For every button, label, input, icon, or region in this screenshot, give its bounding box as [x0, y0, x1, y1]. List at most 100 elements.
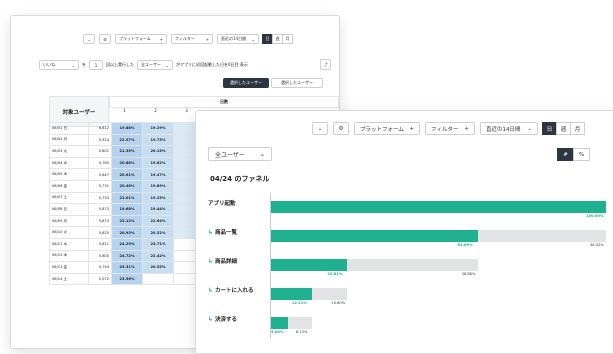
row-count: 5,647 [88, 168, 112, 181]
row-count: 5,600 [88, 249, 112, 263]
segment-select[interactable]: 全ユーザー ⌄ [137, 60, 173, 70]
funnel-dropoff-rate: 38.32% [590, 243, 604, 247]
filter-button[interactable]: フィルター + [425, 122, 475, 135]
settings-button[interactable]: ⚙ [333, 122, 349, 135]
selection-buttons: 選択したユーザー 選択したユーザー [223, 78, 323, 88]
table-row[interactable]: 06/08 日 5,873 19.68% 19.44% [49, 203, 205, 216]
table-row[interactable]: 06/10 火 5,625 20.93% 20.32% [49, 226, 205, 239]
platform-button[interactable]: プラットフォーム + [115, 34, 167, 44]
share-button[interactable]: ⤴ [320, 59, 331, 70]
table-row[interactable]: 06/07 土 5,733 21.01% 19.25% [49, 191, 205, 205]
platform-label: プラットフォーム [119, 36, 151, 41]
funnel-window: ⌄ ⚙ プラットフォーム + フィルター + 直近の14日間 ⌄ 日 週 月 全ユーザ… [195, 110, 613, 354]
filter-label: フィルター [431, 126, 459, 133]
row-day1: 20.88% [111, 156, 143, 170]
count-label: 1 [94, 62, 98, 68]
table-row[interactable]: 06/02 月 5,924 22.97% 19.75% [49, 133, 205, 147]
funnel-conversion-rate: 61.69% [457, 243, 473, 247]
back-toolbar: ⌄ ⚙ プラットフォーム + フィルター + 直近の14日間 ⌄ 日 週 月 [83, 34, 293, 44]
period-toggle: 日 週 月 [262, 34, 293, 44]
plus-icon: + [409, 125, 414, 132]
funnel-bar[interactable] [271, 288, 312, 300]
row-date: 06/06 金 [49, 179, 89, 193]
table-row[interactable]: 06/05 木 5,647 20.61% 19.47% [49, 168, 205, 181]
row-day2: 19.62% [142, 156, 174, 170]
plus-icon: + [159, 36, 163, 42]
period-day[interactable]: 日 [542, 122, 557, 135]
funnel-conversion-rate: 22.81% [327, 272, 343, 276]
funnel-conversion-rate: 100.00% [586, 214, 604, 218]
row-day1: 23.56% [111, 272, 143, 286]
dropdown-button[interactable]: ⌄ [83, 34, 95, 44]
row-date: 06/08 日 [49, 203, 89, 216]
funnel-step-text: 決済する [215, 317, 238, 323]
row-day1: 22.97% [111, 133, 143, 147]
table-row[interactable]: 06/13 金 5,794 25.31% 20.55% [49, 261, 205, 274]
table-row[interactable]: 06/01 日 6,812 19.88% 19.29% [49, 122, 205, 135]
funnel-bar[interactable] [271, 230, 478, 242]
row-count: 5,731 [88, 179, 112, 193]
table-row[interactable]: 06/06 金 5,731 20.46% 19.89% [49, 179, 205, 193]
row-count: 5,733 [88, 191, 112, 205]
segment-select[interactable]: 全ユーザー ⌄ [208, 147, 272, 161]
table-row[interactable]: 06/04 水 5,765 20.88% 19.62% [49, 156, 205, 170]
row-day2: 20.15% [142, 145, 174, 158]
row-date: 06/01 日 [49, 122, 89, 135]
row-date: 06/02 月 [49, 133, 89, 147]
row-count: 5,072 [88, 272, 112, 286]
funnel-bar[interactable] [271, 317, 289, 329]
range-label: 直近の14日間 [221, 36, 247, 41]
day-columns: 1 2 3 [109, 108, 202, 113]
row-day2: 19.75% [142, 133, 174, 147]
toggle-count[interactable]: # [557, 148, 574, 161]
flow-arrow-icon: ↳ [208, 315, 214, 323]
row-day2: 23.71% [142, 237, 174, 251]
funnel-dropoff-rate: 38.88% [461, 272, 476, 276]
platform-button[interactable]: プラットフォーム + [354, 122, 420, 135]
table-row[interactable]: 06/11 水 5,611 24.29% 23.71% [49, 237, 205, 251]
funnel-bar[interactable] [271, 201, 606, 213]
filter-button[interactable]: フィルター + [171, 34, 213, 44]
retention-table: 06/01 日 6,812 19.88% 19.29% 06/02 月 5,924 22.9… [49, 122, 205, 286]
chevron-down-icon: ⌄ [71, 62, 75, 68]
unselected-users-button[interactable]: 選択したユーザー [271, 78, 323, 88]
funnel-step-label: ↳ カートに入れる [208, 286, 254, 294]
toggle-percent[interactable]: % [573, 148, 590, 161]
table-row[interactable]: 06/03 火 5,801 21.35% 20.15% [49, 145, 205, 158]
plus-icon: + [205, 36, 209, 42]
funnel-step-text: 商品一覧 [215, 230, 238, 236]
funnel-bar[interactable] [271, 259, 348, 271]
event-select[interactable]: いいね ⌄ [39, 60, 79, 70]
table-row[interactable]: 06/09 月 5,673 22.12% 22.64% [49, 214, 205, 228]
row-day2: 19.25% [142, 191, 174, 205]
funnel-dropoff-rate: 8.13% [295, 330, 308, 334]
period-month[interactable]: 月 [570, 122, 585, 135]
date-range-select[interactable]: 直近の14日間 ⌄ [217, 34, 259, 44]
chevron-down-icon: ⌄ [317, 125, 323, 132]
segment-label: 全ユーザー [141, 62, 161, 67]
row-count: 5,673 [88, 214, 112, 228]
event-label: いいね [43, 62, 55, 67]
row-date: 06/04 水 [49, 156, 89, 170]
row-date: 06/10 火 [49, 226, 89, 239]
selected-users-button[interactable]: 選択したユーザー [223, 78, 269, 88]
period-month[interactable]: 月 [282, 34, 293, 44]
funnel-conversion-rate: 5.08% [271, 330, 284, 334]
settings-button[interactable]: ⚙ [99, 34, 111, 44]
row-date: 06/09 月 [49, 214, 89, 228]
row-date: 06/14 土 [49, 272, 89, 286]
row-day2 [142, 272, 174, 286]
row-day1: 24.72% [111, 249, 143, 263]
row-day1: 25.31% [111, 261, 143, 274]
date-range-select[interactable]: 直近の14日間 ⌄ [480, 122, 538, 135]
segment-label: 全ユーザー [215, 151, 245, 159]
table-row[interactable]: 06/12 木 5,600 24.72% 22.42% [49, 249, 205, 263]
count-select[interactable]: 1 [89, 60, 103, 70]
value-toggle: # % [557, 148, 590, 161]
period-week[interactable]: 週 [556, 122, 571, 135]
table-row[interactable]: 06/14 土 5,072 23.56% [49, 272, 205, 286]
dropdown-button[interactable]: ⌄ [312, 122, 328, 135]
row-day1: 20.46% [111, 179, 143, 193]
op-text: を [82, 62, 86, 67]
plus-icon: + [464, 125, 469, 132]
